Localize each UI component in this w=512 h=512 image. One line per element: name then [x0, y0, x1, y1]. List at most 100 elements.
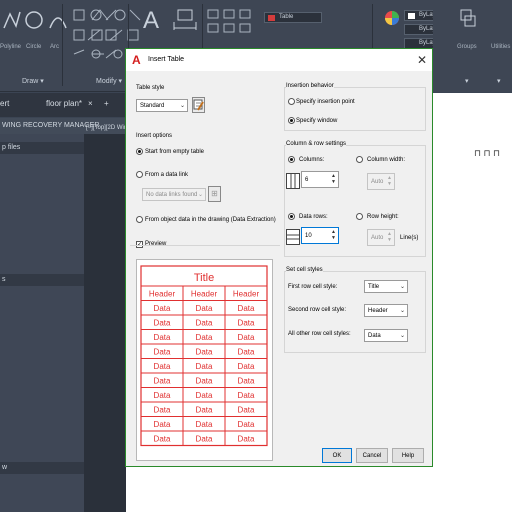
layer-dropdown[interactable]: Table	[264, 12, 322, 23]
utilities-label: Utilities	[491, 44, 511, 50]
insertion-behavior-label: Insertion behavior	[286, 83, 334, 89]
first-row-style-value: Title	[368, 284, 380, 290]
start-empty-radio[interactable]	[136, 148, 143, 155]
details-header[interactable]: s	[0, 274, 84, 286]
preview-data-cell: Data	[196, 406, 213, 415]
preview-data-cell: Data	[196, 391, 213, 400]
new-tab-button[interactable]: +	[104, 99, 109, 108]
preview-data-cell: Data	[238, 362, 255, 371]
chevron-down-icon: ⌄	[399, 284, 405, 290]
dialog-title: Insert Table	[148, 56, 185, 63]
tab-close-icon[interactable]: ×	[88, 99, 93, 108]
from-object-data-label[interactable]: From object data in the drawing (Data Ex…	[145, 217, 276, 223]
right-ribbon: Groups Utilities ▾ ▾	[433, 0, 512, 92]
preview-header-cell: Header	[233, 290, 260, 299]
draw-panel-label[interactable]: Draw ▾	[22, 77, 44, 85]
other-rows-style-dropdown[interactable]: Data ⌄	[364, 329, 408, 342]
column-row-settings-label: Column & row settings	[286, 141, 347, 147]
preview-data-cell: Data	[154, 304, 171, 313]
circle-icon[interactable]	[24, 8, 44, 32]
color-wheel-icon[interactable]	[384, 10, 400, 26]
backup-files-label: p files	[2, 144, 21, 151]
second-row-style-value: Header	[368, 308, 388, 314]
columns-label[interactable]: Columns:	[299, 157, 324, 163]
from-data-link-label[interactable]: From a data link	[145, 172, 188, 178]
data-rows-label[interactable]: Data rows:	[299, 214, 328, 220]
help-button[interactable]: Help	[392, 448, 424, 463]
dimension-icon[interactable]	[172, 8, 198, 32]
row-height-radio[interactable]	[356, 213, 363, 220]
preview-data-cell: Data	[154, 391, 171, 400]
columns-icon	[286, 173, 300, 189]
column-width-radio[interactable]	[356, 156, 363, 163]
first-row-style-dropdown[interactable]: Title ⌄	[364, 280, 408, 293]
preview-data-cell: Data	[238, 420, 255, 429]
specify-window-label[interactable]: Specify window	[296, 118, 337, 124]
table-preview-svg: Title Header Header Header Data Data Data Data D…	[140, 265, 268, 447]
from-data-link-radio[interactable]	[136, 171, 143, 178]
column-width-spinner: Auto ▲ ▼	[367, 173, 395, 190]
insert-table-dialog: A Insert Table ✕ Table style Standard ⌄ …	[125, 48, 433, 467]
preview-data-cell: Data	[154, 406, 171, 415]
preview-header-cell: Header	[149, 290, 176, 299]
color-swatch	[408, 13, 415, 19]
spin-down-icon: ▼	[387, 237, 392, 243]
layer-properties-icon[interactable]	[206, 6, 258, 36]
start-empty-label[interactable]: Start from empty table	[145, 149, 204, 155]
layer-color-swatch	[268, 15, 275, 21]
preview-data-cell: Data	[196, 319, 213, 328]
ribbon-separator	[62, 4, 63, 86]
groups-panel-arrow[interactable]: ▾	[465, 77, 469, 85]
tab-ert[interactable]: ert	[0, 99, 9, 108]
chevron-down-icon: ⌄	[399, 333, 405, 339]
second-row-style-dropdown[interactable]: Header ⌄	[364, 304, 408, 317]
columns-value: 6	[305, 177, 309, 183]
arc-icon[interactable]	[48, 8, 68, 32]
spin-down-icon[interactable]: ▼	[330, 235, 337, 242]
columns-radio[interactable]	[288, 156, 295, 163]
drawing-area-bottom[interactable]	[126, 465, 433, 512]
columns-spinner[interactable]: 6 ▲ ▼	[301, 171, 339, 188]
specify-window-radio[interactable]	[288, 117, 295, 124]
specify-insertion-point-label[interactable]: Specify insertion point	[296, 99, 355, 105]
row-height-spinner: Auto ▲ ▼	[367, 229, 395, 246]
autocad-logo-icon: A	[132, 53, 141, 67]
table-style-dropdown[interactable]: Standard ⌄	[136, 99, 188, 112]
group-icon[interactable]	[459, 6, 477, 36]
viewport-controls[interactable]: [−][Top][2D Wire	[86, 125, 129, 131]
preview-data-cell: Data	[238, 319, 255, 328]
preview-header[interactable]: w	[0, 462, 84, 474]
backup-files-header[interactable]: p files	[0, 142, 84, 154]
modify-panel-label[interactable]: Modify ▾	[96, 77, 122, 85]
row-height-unit: Line(s)	[400, 235, 419, 241]
file-tab-bar: ert floor plan* × +	[0, 93, 125, 117]
preview-data-cell: Data	[196, 333, 213, 342]
preview-data-cell: Data	[238, 391, 255, 400]
cancel-button[interactable]: Cancel	[356, 448, 388, 463]
preview-data-cell: Data	[154, 377, 171, 386]
tab-floor-plan[interactable]: floor plan*	[46, 99, 82, 108]
table-style-edit-button[interactable]	[192, 97, 205, 113]
spin-down-icon[interactable]: ▼	[330, 179, 337, 186]
preview-data-cell: Data	[196, 377, 213, 386]
data-rows-radio[interactable]	[288, 213, 295, 220]
ok-button[interactable]: OK	[322, 448, 352, 463]
column-width-label[interactable]: Column width:	[367, 157, 405, 163]
polyline-icon[interactable]	[2, 8, 22, 32]
preview-data-cell: Data	[196, 304, 213, 313]
preview-title-cell: Title	[194, 272, 214, 284]
arc-label: Arc	[50, 44, 59, 50]
chevron-down-icon: ⌄	[179, 103, 185, 109]
drawing-area[interactable]	[84, 134, 126, 512]
specify-insertion-point-radio[interactable]	[288, 98, 295, 105]
from-object-data-radio[interactable]	[136, 216, 143, 223]
utilities-panel-arrow[interactable]: ▾	[497, 77, 501, 85]
data-link-dropdown: No data links found ⌄	[142, 188, 206, 201]
text-icon[interactable]: A	[142, 6, 160, 36]
row-height-label[interactable]: Row height:	[367, 214, 399, 220]
data-rows-spinner[interactable]: 10 ▲ ▼	[301, 227, 339, 244]
close-icon[interactable]: ✕	[416, 53, 428, 67]
table-style-value: Standard	[140, 103, 165, 109]
preview-data-cell: Data	[154, 319, 171, 328]
navigation-cube-icon[interactable]: ⊓ ⊓ ⊓	[474, 148, 508, 164]
